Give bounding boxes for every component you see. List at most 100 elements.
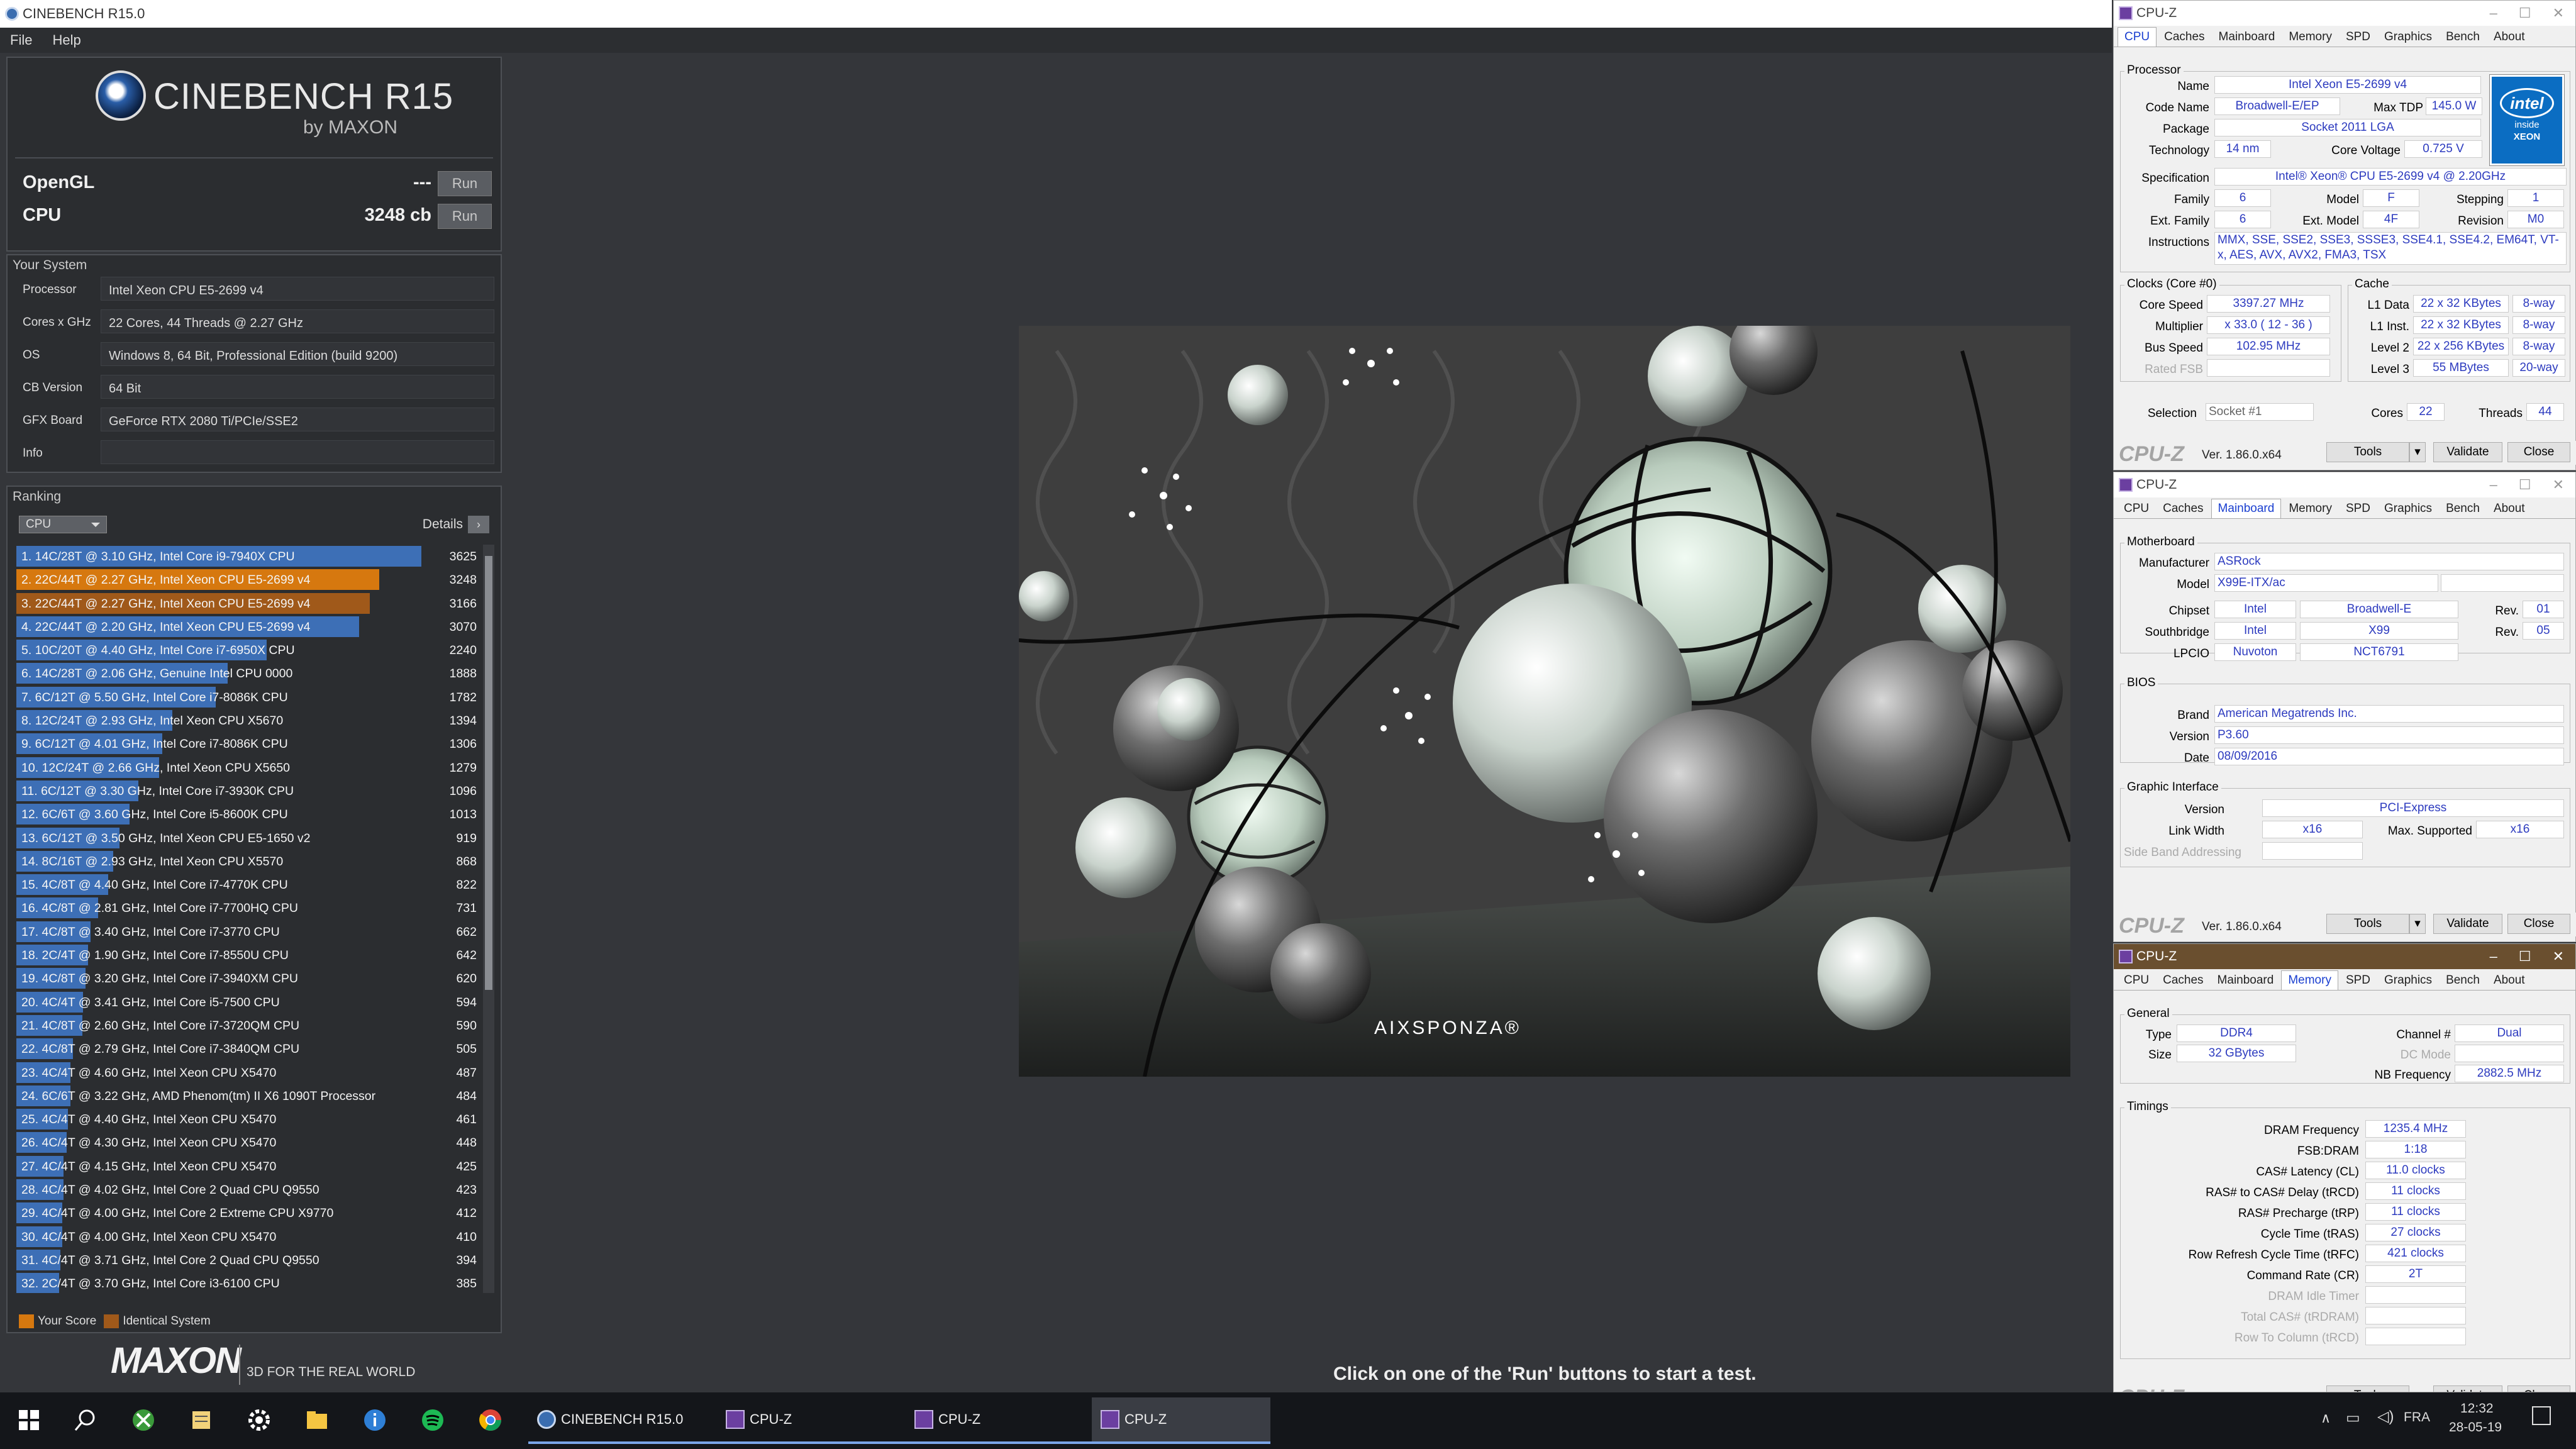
ranking-row[interactable]: 22. 4C/8T @ 2.79 GHz, Intel Core i7-3840… bbox=[16, 1037, 493, 1060]
tab-spd[interactable]: SPD bbox=[2340, 499, 2377, 518]
clock-time[interactable]: 12:32 bbox=[2460, 1401, 2494, 1416]
tab-about[interactable]: About bbox=[2487, 971, 2531, 990]
notes-icon[interactable] bbox=[189, 1407, 214, 1433]
selection-dropdown[interactable]: Socket #1 bbox=[2206, 403, 2314, 421]
ranking-row[interactable]: 1. 14C/28T @ 3.10 GHz, Intel Core i9-794… bbox=[16, 545, 493, 568]
tab-graphics[interactable]: Graphics bbox=[2378, 971, 2438, 990]
details-label[interactable]: Details bbox=[423, 517, 463, 532]
minimize-icon[interactable]: – bbox=[2490, 477, 2497, 493]
ranking-row[interactable]: 13. 6C/12T @ 3.50 GHz, Intel Xeon CPU E5… bbox=[16, 826, 493, 850]
ranking-row[interactable]: 14. 8C/16T @ 2.93 GHz, Intel Xeon CPU X5… bbox=[16, 850, 493, 873]
ranking-row[interactable]: 28. 4C/4T @ 4.02 GHz, Intel Core 2 Quad … bbox=[16, 1178, 493, 1201]
network-icon[interactable]: ▭ bbox=[2346, 1409, 2360, 1427]
ranking-row[interactable]: 7. 6C/12T @ 5.50 GHz, Intel Core i7-8086… bbox=[16, 686, 493, 709]
maximize-icon[interactable]: ☐ bbox=[2519, 948, 2531, 965]
close-button[interactable]: Close bbox=[2507, 914, 2570, 934]
ranking-row[interactable]: 31. 4C/4T @ 3.71 GHz, Intel Core 2 Quad … bbox=[16, 1248, 493, 1272]
windows-start-icon[interactable] bbox=[16, 1407, 42, 1433]
ranking-row[interactable]: 15. 4C/8T @ 4.40 GHz, Intel Core i7-4770… bbox=[16, 873, 493, 896]
tools-button[interactable]: Tools bbox=[2326, 914, 2409, 934]
tab-mainboard[interactable]: Mainboard bbox=[2212, 28, 2282, 47]
tools-button[interactable]: Tools bbox=[2326, 1385, 2409, 1392]
ranking-row[interactable]: 30. 4C/4T @ 4.00 GHz, Intel Xeon CPU X54… bbox=[16, 1225, 493, 1248]
taskbar-app-cpuz[interactable]: CPU-Z bbox=[906, 1397, 1092, 1444]
ranking-row[interactable]: 20. 4C/4T @ 3.41 GHz, Intel Core i5-7500… bbox=[16, 991, 493, 1014]
xbox-icon[interactable] bbox=[131, 1407, 156, 1433]
clock-date[interactable]: 28-05-19 bbox=[2449, 1420, 2502, 1435]
menu-help[interactable]: Help bbox=[42, 32, 91, 48]
close-button[interactable]: Close bbox=[2507, 1385, 2570, 1392]
ranking-row[interactable]: 18. 2C/4T @ 1.90 GHz, Intel Core i7-8550… bbox=[16, 943, 493, 967]
ranking-row[interactable]: 27. 4C/4T @ 4.15 GHz, Intel Xeon CPU X54… bbox=[16, 1155, 493, 1178]
ranking-row[interactable]: 23. 4C/4T @ 4.60 GHz, Intel Xeon CPU X54… bbox=[16, 1061, 493, 1084]
ranking-type-dropdown[interactable]: CPU bbox=[19, 516, 107, 533]
ranking-row[interactable]: 12. 6C/6T @ 3.60 GHz, Intel Core i5-8600… bbox=[16, 802, 493, 826]
volume-icon[interactable]: ◁) bbox=[2377, 1407, 2394, 1426]
ranking-row[interactable]: 6. 14C/28T @ 2.06 GHz, Genuine Intel CPU… bbox=[16, 662, 493, 685]
info-input[interactable] bbox=[101, 440, 494, 464]
taskbar-app-cpuz[interactable]: CPU-Z bbox=[1092, 1397, 1270, 1444]
cinebench-title-bar[interactable]: CINEBENCH R15.0 bbox=[0, 0, 2112, 28]
minimize-icon[interactable]: – bbox=[2490, 948, 2497, 965]
ranking-row[interactable]: 26. 4C/4T @ 4.30 GHz, Intel Xeon CPU X54… bbox=[16, 1131, 493, 1154]
maximize-icon[interactable]: ☐ bbox=[2519, 477, 2531, 493]
close-icon[interactable]: ✕ bbox=[2553, 477, 2564, 493]
cpuz-title-bar[interactable]: CPU-Z – ☐ ✕ bbox=[2114, 472, 2575, 497]
details-arrow-icon[interactable]: › bbox=[468, 516, 489, 533]
close-button[interactable]: Close bbox=[2507, 442, 2570, 462]
ranking-scrollbar[interactable] bbox=[483, 545, 494, 1293]
ranking-row[interactable]: 29. 4C/4T @ 4.00 GHz, Intel Core 2 Extre… bbox=[16, 1201, 493, 1224]
validate-button[interactable]: Validate bbox=[2433, 914, 2502, 934]
ranking-row[interactable]: 16. 4C/8T @ 2.81 GHz, Intel Core i7-7700… bbox=[16, 896, 493, 919]
tab-memory[interactable]: Memory bbox=[2282, 28, 2338, 47]
tab-cpu[interactable]: CPU bbox=[2118, 971, 2155, 990]
tools-dropdown-icon[interactable]: ▾ bbox=[2409, 442, 2426, 462]
file-explorer-icon[interactable] bbox=[304, 1407, 330, 1433]
tab-memory[interactable]: Memory bbox=[2282, 499, 2338, 518]
tab-caches[interactable]: Caches bbox=[2157, 971, 2209, 990]
input-language[interactable]: FRA bbox=[2404, 1410, 2430, 1425]
close-icon[interactable]: ✕ bbox=[2553, 5, 2564, 21]
ranking-row[interactable]: 17. 4C/8T @ 3.40 GHz, Intel Core i7-3770… bbox=[16, 920, 493, 943]
minimize-icon[interactable]: – bbox=[2490, 5, 2497, 21]
close-icon[interactable]: ✕ bbox=[2553, 948, 2564, 965]
menu-file[interactable]: File bbox=[0, 32, 42, 48]
ranking-row[interactable]: 4. 22C/44T @ 2.20 GHz, Intel Xeon CPU E5… bbox=[16, 615, 493, 638]
chevron-up-icon[interactable]: ∧ bbox=[2321, 1410, 2331, 1426]
tab-memory[interactable]: Memory bbox=[2281, 970, 2338, 990]
ranking-row[interactable]: 2. 22C/44T @ 2.27 GHz, Intel Xeon CPU E5… bbox=[16, 568, 493, 591]
validate-button[interactable]: Validate bbox=[2433, 442, 2502, 462]
maximize-icon[interactable]: ☐ bbox=[2519, 5, 2531, 21]
tab-mainboard[interactable]: Mainboard bbox=[2211, 499, 2282, 518]
ranking-row[interactable]: 8. 12C/24T @ 2.93 GHz, Intel Xeon CPU X5… bbox=[16, 709, 493, 732]
scroll-thumb[interactable] bbox=[485, 556, 492, 990]
tab-spd[interactable]: SPD bbox=[2340, 28, 2377, 47]
tab-graphics[interactable]: Graphics bbox=[2378, 28, 2438, 47]
tools-dropdown-icon[interactable]: ▾ bbox=[2409, 914, 2426, 934]
settings-gear-icon[interactable] bbox=[247, 1407, 272, 1433]
taskbar-app-cpuz[interactable]: CPU-Z bbox=[717, 1397, 906, 1444]
tab-caches[interactable]: Caches bbox=[2158, 28, 2211, 47]
notifications-icon[interactable] bbox=[2532, 1406, 2551, 1425]
ranking-row[interactable]: 5. 10C/20T @ 4.40 GHz, Intel Core i7-695… bbox=[16, 638, 493, 662]
tab-bench[interactable]: Bench bbox=[2440, 28, 2486, 47]
tab-caches[interactable]: Caches bbox=[2157, 499, 2209, 518]
tab-cpu[interactable]: CPU bbox=[2118, 27, 2157, 47]
ranking-row[interactable]: 11. 6C/12T @ 3.30 GHz, Intel Core i7-393… bbox=[16, 779, 493, 802]
search-icon[interactable] bbox=[73, 1407, 98, 1433]
ranking-row[interactable]: 19. 4C/8T @ 3.20 GHz, Intel Core i7-3940… bbox=[16, 967, 493, 990]
tab-bench[interactable]: Bench bbox=[2440, 971, 2486, 990]
ranking-row[interactable]: 32. 2C/4T @ 3.70 GHz, Intel Core i3-6100… bbox=[16, 1272, 493, 1293]
tab-spd[interactable]: SPD bbox=[2340, 971, 2377, 990]
ranking-row[interactable]: 10. 12C/24T @ 2.66 GHz, Intel Xeon CPU X… bbox=[16, 756, 493, 779]
ranking-row[interactable]: 21. 4C/8T @ 2.60 GHz, Intel Core i7-3720… bbox=[16, 1014, 493, 1037]
cpu-run-button[interactable]: Run bbox=[438, 204, 492, 229]
tools-button[interactable]: Tools bbox=[2326, 442, 2409, 462]
tab-mainboard[interactable]: Mainboard bbox=[2211, 971, 2280, 990]
ranking-row[interactable]: 24. 6C/6T @ 3.22 GHz, AMD Phenom(tm) II … bbox=[16, 1084, 493, 1108]
validate-button[interactable]: Validate bbox=[2433, 1385, 2502, 1392]
info-app-icon[interactable] bbox=[362, 1407, 387, 1433]
taskbar-app-cinebench[interactable]: CINEBENCH R15.0 bbox=[528, 1397, 717, 1444]
ranking-row[interactable]: 3. 22C/44T @ 2.27 GHz, Intel Xeon CPU E5… bbox=[16, 592, 493, 615]
opengl-run-button[interactable]: Run bbox=[438, 171, 492, 196]
